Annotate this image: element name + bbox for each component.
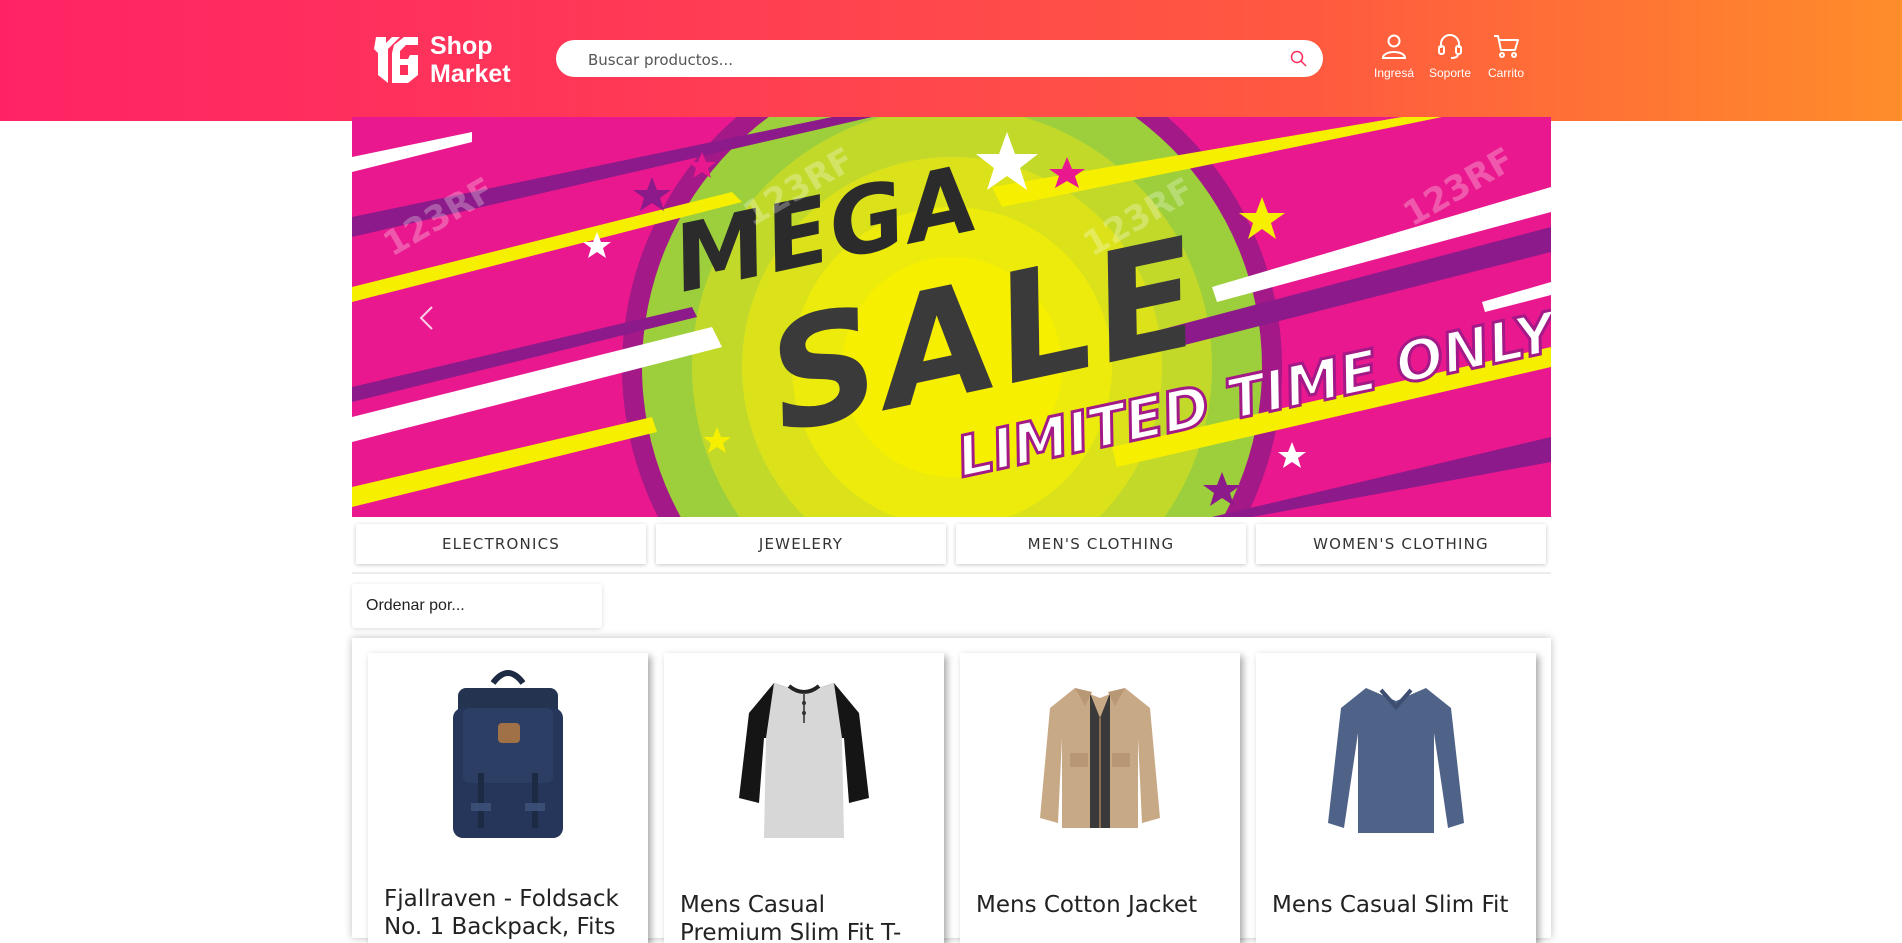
headset-icon bbox=[1438, 34, 1462, 59]
backpack-image bbox=[453, 670, 563, 838]
logo[interactable]: Shop Market bbox=[370, 32, 520, 88]
cart-label: Carrito bbox=[1487, 66, 1524, 80]
product-card[interactable]: Fjallraven - Foldsack No. 1 Backpack, Fi… bbox=[368, 653, 648, 943]
product-title: Mens Casual Slim Fit bbox=[1272, 892, 1509, 918]
search-icon[interactable] bbox=[1290, 50, 1307, 67]
support-button[interactable]: Soporte bbox=[1420, 32, 1480, 80]
category-tabs: ELECTRONICS JEWELERY MEN'S CLOTHING WOME… bbox=[352, 517, 1551, 574]
logo-text: Shop Market bbox=[430, 32, 511, 88]
banner-artwork: MEGA SALE LIMITED TIME ONLY 123RF 123RF … bbox=[352, 117, 1551, 517]
product-card[interactable]: Mens Casual Slim Fit bbox=[1256, 653, 1536, 943]
product-image bbox=[1256, 653, 1536, 863]
product-image bbox=[368, 653, 648, 863]
raglan-tshirt-image bbox=[739, 683, 869, 838]
product-card[interactable]: Mens Cotton Jacket bbox=[960, 653, 1240, 943]
tab-electronics[interactable]: ELECTRONICS bbox=[356, 524, 646, 564]
product-title: Mens Casual Premium Slim Fit T-Shirts bbox=[680, 892, 902, 943]
search-input[interactable] bbox=[586, 40, 1270, 79]
user-icon bbox=[1381, 34, 1407, 59]
search-bar bbox=[556, 40, 1323, 79]
logo-mark-icon bbox=[374, 37, 418, 83]
product-title: Fjallraven - Foldsack No. 1 Backpack, Fi… bbox=[384, 886, 619, 943]
product-title: Mens Cotton Jacket bbox=[976, 892, 1198, 918]
jacket-image bbox=[1040, 688, 1160, 828]
account-button[interactable]: Ingresá bbox=[1364, 32, 1424, 80]
tab-jewelery[interactable]: JEWELERY bbox=[656, 524, 946, 564]
promo-banner[interactable]: MEGA SALE LIMITED TIME ONLY 123RF 123RF … bbox=[352, 117, 1551, 517]
logo-text-shop: Shop bbox=[430, 32, 493, 60]
cart-button[interactable]: Carrito bbox=[1476, 32, 1536, 80]
product-image bbox=[960, 653, 1240, 863]
site-header: Shop Market Ingresá Soporte C bbox=[0, 0, 1902, 121]
product-card[interactable]: Mens Casual Premium Slim Fit T-Shirts bbox=[664, 653, 944, 943]
long-sleeve-shirt-image bbox=[1328, 688, 1464, 833]
tab-womens-clothing[interactable]: WOMEN'S CLOTHING bbox=[1256, 524, 1546, 564]
cart-icon bbox=[1494, 35, 1519, 58]
tab-mens-clothing[interactable]: MEN'S CLOTHING bbox=[956, 524, 1246, 564]
product-grid: Fjallraven - Foldsack No. 1 Backpack, Fi… bbox=[352, 638, 1551, 943]
sort-dropdown[interactable]: Ordenar por... bbox=[352, 584, 602, 628]
support-label: Soporte bbox=[1428, 66, 1472, 80]
product-image bbox=[664, 653, 944, 863]
carousel-prev-icon[interactable] bbox=[412, 303, 442, 333]
logo-text-market: Market bbox=[430, 60, 511, 88]
account-label: Ingresá bbox=[1373, 66, 1415, 80]
